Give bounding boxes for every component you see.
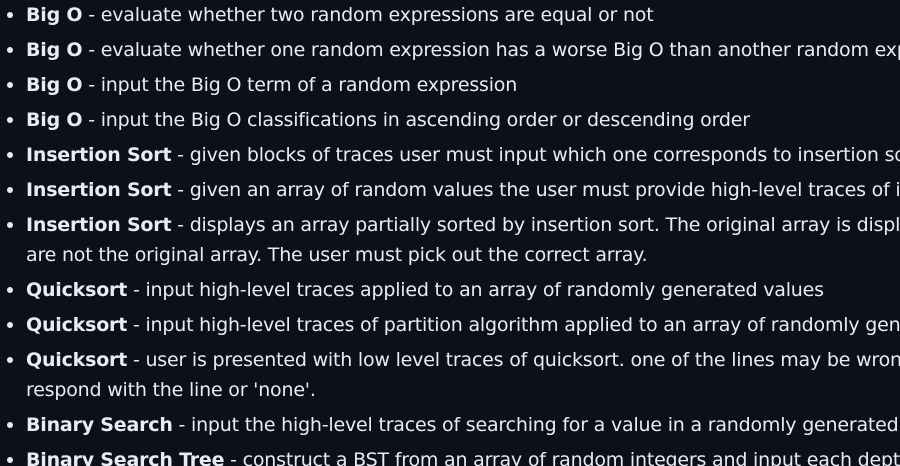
readme-viewport: Big O - evaluate whether two random expr… — [0, 0, 900, 466]
item-separator: - — [172, 414, 192, 436]
item-term: Quicksort — [26, 314, 128, 336]
list-item: Binary Search Tree - construct a BST fro… — [0, 445, 900, 466]
list-item: Big O - input the Big O classifications … — [0, 105, 900, 135]
item-term: Big O — [26, 109, 83, 131]
item-separator: - — [171, 144, 190, 166]
item-term: Insertion Sort — [26, 214, 172, 236]
list-item: Big O - evaluate whether one random expr… — [0, 35, 900, 65]
item-separator: - — [171, 214, 190, 236]
item-term: Binary Search — [26, 414, 173, 436]
list-item: Big O - input the Big O term of a random… — [0, 70, 900, 100]
item-separator: - — [127, 314, 146, 336]
feature-list: Big O - evaluate whether two random expr… — [0, 0, 900, 466]
item-separator: - — [127, 279, 146, 301]
item-term: Insertion Sort — [26, 144, 172, 166]
item-separator: - — [127, 349, 146, 371]
item-description: input high-level traces applied to an ar… — [145, 279, 824, 301]
list-item: Binary Search - input the high-level tra… — [0, 410, 900, 440]
item-description: input the Big O term of a random express… — [100, 74, 518, 96]
item-separator: - — [82, 109, 101, 131]
item-description-continued: respond with the line or 'none'. — [26, 379, 316, 401]
item-description-continued: are not the original array. The user mus… — [26, 244, 648, 266]
list-item: Insertion Sort - displays an array parti… — [0, 210, 900, 270]
item-term: Binary Search Tree — [26, 449, 225, 466]
item-term: Quicksort — [26, 349, 128, 371]
list-item: Insertion Sort - given blocks of traces … — [0, 140, 900, 170]
item-term: Quicksort — [26, 279, 128, 301]
item-description: input high-level traces of partition alg… — [145, 314, 900, 336]
list-item: Quicksort - input high-level traces of p… — [0, 310, 900, 340]
item-term: Big O — [26, 39, 83, 61]
item-separator: - — [82, 39, 101, 61]
item-description: displays an array partially sorted by in… — [189, 214, 900, 236]
list-item: Quicksort - user is presented with low l… — [0, 345, 900, 405]
item-separator: - — [82, 4, 101, 26]
item-description: input the high-level traces of searching… — [191, 414, 900, 436]
item-description: evaluate whether two random expressions … — [100, 4, 654, 26]
item-description: given blocks of traces user must input w… — [189, 144, 900, 166]
item-description: input the Big O classifications in ascen… — [100, 109, 750, 131]
list-item: Big O - evaluate whether two random expr… — [0, 0, 900, 30]
list-item: Insertion Sort - given an array of rando… — [0, 175, 900, 205]
item-separator: - — [82, 74, 101, 96]
item-description: user is presented with low level traces … — [145, 349, 900, 371]
item-separator: - — [224, 449, 243, 466]
list-item: Quicksort - input high-level traces appl… — [0, 275, 900, 305]
item-term: Big O — [26, 74, 83, 96]
item-term: Insertion Sort — [26, 179, 172, 201]
item-description: construct a BST from an array of random … — [242, 449, 900, 466]
item-description: given an array of random values the user… — [189, 179, 900, 201]
item-term: Big O — [26, 4, 83, 26]
item-separator: - — [171, 179, 190, 201]
item-description: evaluate whether one random expression h… — [100, 39, 900, 61]
